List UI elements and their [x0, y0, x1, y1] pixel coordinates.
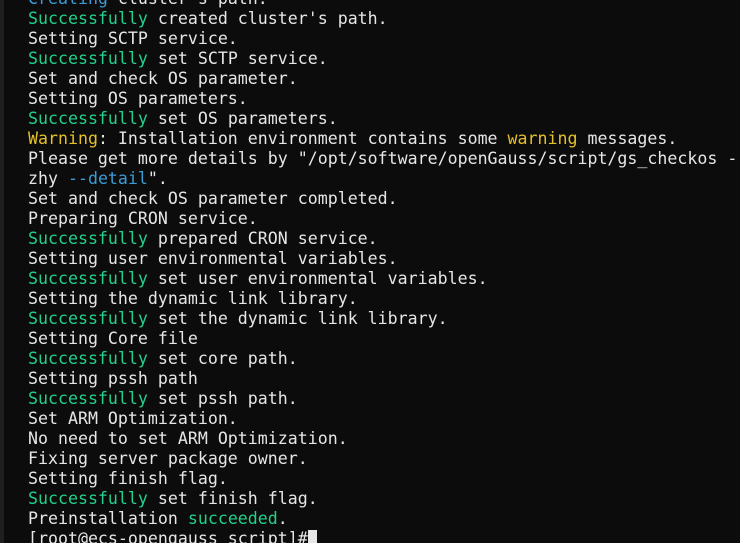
output-text: cluster's path.: [108, 0, 268, 8]
output-text: prepared CRON service.: [147, 229, 378, 248]
terminal-line: Preinstallation succeeded.: [28, 509, 737, 529]
output-text: set SCTP service.: [147, 49, 328, 68]
highlighted-text: Successfully: [28, 229, 148, 248]
output-text: zhy: [28, 169, 68, 188]
output-text: Setting user environmental variables.: [28, 249, 398, 268]
terminal-line: No need to set ARM Optimization.: [28, 429, 737, 449]
terminal-line: Set and check OS parameter completed.: [28, 189, 737, 209]
highlighted-text: Warning: [28, 129, 98, 148]
output-text: set the dynamic link library.: [147, 309, 448, 328]
output-text: ".: [147, 169, 168, 188]
terminal-line: Successfully set OS parameters.: [28, 109, 737, 129]
highlighted-text: Successfully: [28, 269, 148, 288]
output-text: created cluster's path.: [147, 9, 388, 28]
terminal-line: Set and check OS parameter.: [28, 69, 737, 89]
terminal-line: Successfully set core path.: [28, 349, 737, 369]
output-text: Setting pssh path: [28, 369, 198, 388]
output-text: : Installation environment contains some: [97, 129, 508, 148]
output-text: messages.: [577, 129, 678, 148]
highlighted-text: Successfully: [28, 489, 148, 508]
highlighted-text: Successfully: [28, 109, 148, 128]
terminal-line: Successfully prepared CRON service.: [28, 229, 737, 249]
terminal-line: Set ARM Optimization.: [28, 409, 737, 429]
highlighted-text: Successfully: [28, 389, 148, 408]
terminal-line: Successfully set finish flag.: [28, 489, 737, 509]
terminal-window[interactable]: Creating cluster's path.Successfully cre…: [0, 0, 740, 543]
highlighted-text: Successfully: [28, 9, 148, 28]
terminal-line: Successfully set SCTP service.: [28, 49, 737, 69]
terminal-line: Setting SCTP service.: [28, 29, 737, 49]
output-text: Set and check OS parameter.: [28, 69, 298, 88]
terminal-line: Warning: Installation environment contai…: [28, 129, 737, 149]
output-text: set core path.: [147, 349, 298, 368]
output-text: Setting the dynamic link library.: [28, 289, 358, 308]
terminal-output: Creating cluster's path.Successfully cre…: [28, 0, 737, 543]
prompt-line[interactable]: [root@ecs-opengauss script]#: [28, 529, 737, 543]
terminal-line: Preparing CRON service.: [28, 209, 737, 229]
highlighted-text: Successfully: [28, 349, 148, 368]
shell-prompt: [root@ecs-opengauss script]#: [28, 529, 308, 543]
terminal-line: Successfully set the dynamic link librar…: [28, 309, 737, 329]
output-text: Setting SCTP service.: [28, 29, 238, 48]
terminal-line: Setting OS parameters.: [28, 89, 737, 109]
terminal-line: Setting the dynamic link library.: [28, 289, 737, 309]
output-text: Setting OS parameters.: [28, 89, 248, 108]
output-text: Set and check OS parameter completed.: [28, 189, 398, 208]
output-text: set OS parameters.: [147, 109, 338, 128]
output-text: Setting finish flag.: [28, 469, 228, 488]
terminal-line: Setting finish flag.: [28, 469, 737, 489]
highlighted-text: --detail: [67, 169, 148, 188]
terminal-line: Please get more details by "/opt/softwar…: [28, 149, 737, 169]
highlighted-text: succeeded: [187, 509, 278, 528]
terminal-line: Fixing server package owner.: [28, 449, 737, 469]
terminal-line: Successfully created cluster's path.: [28, 9, 737, 29]
terminal-line: Setting user environmental variables.: [28, 249, 737, 269]
output-text: set user environmental variables.: [147, 269, 488, 288]
highlighted-text: Creating: [28, 0, 108, 8]
terminal-line: Setting pssh path: [28, 369, 737, 389]
highlighted-text: Successfully: [28, 309, 148, 328]
highlighted-text: Successfully: [28, 49, 148, 68]
terminal-line: Creating cluster's path.: [28, 0, 737, 9]
terminal-line: Setting Core file: [28, 329, 737, 349]
output-text: Please get more details by "/opt/softwar…: [28, 149, 738, 168]
highlighted-text: warning: [507, 129, 578, 148]
terminal-line: zhy --detail".: [28, 169, 737, 189]
cursor-block-icon: [307, 530, 317, 543]
output-text: No need to set ARM Optimization.: [28, 429, 348, 448]
terminal-line: Successfully set pssh path.: [28, 389, 737, 409]
output-text: Fixing server package owner.: [28, 449, 308, 468]
output-text: .: [277, 509, 288, 528]
terminal-line: Successfully set user environmental vari…: [28, 269, 737, 289]
output-text: set pssh path.: [147, 389, 298, 408]
window-left-border: [0, 0, 4, 543]
output-text: Set ARM Optimization.: [28, 409, 238, 428]
output-text: Preparing CRON service.: [28, 209, 258, 228]
output-text: set finish flag.: [147, 489, 318, 508]
output-text: Setting Core file: [28, 329, 198, 348]
output-text: Preinstallation: [28, 509, 188, 528]
